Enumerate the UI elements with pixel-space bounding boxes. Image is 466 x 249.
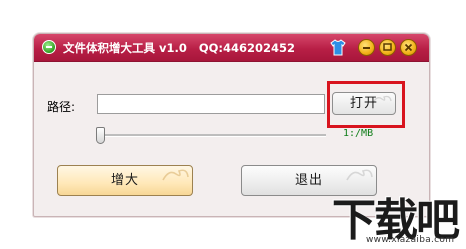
size-slider-thumb[interactable] — [96, 127, 105, 144]
close-icon — [404, 43, 413, 52]
watermark-url: www.xiazaiba.com — [366, 235, 455, 245]
window-title-text: 文件体积增大工具 v1.0 — [63, 41, 187, 55]
window-title: 文件体积增大工具 v1.0 QQ:446202452 — [63, 40, 295, 56]
maximize-icon — [383, 43, 392, 51]
path-input[interactable] — [97, 94, 325, 114]
exit-button-label: 退出 — [294, 173, 323, 188]
open-button-label: 打开 — [349, 96, 378, 111]
swirl-decoration-icon — [162, 169, 189, 181]
size-readout: 1:/MB — [343, 128, 374, 139]
close-button[interactable] — [400, 39, 417, 56]
watermark-logo: 下载吧 www.xiazaiba.com — [330, 190, 466, 249]
path-label: 路径: — [47, 100, 76, 114]
window-title-qq: QQ:446202452 — [198, 41, 296, 55]
shirt-icon[interactable] — [330, 39, 346, 56]
app-icon — [42, 40, 56, 54]
swirl-decoration-icon — [346, 169, 373, 181]
minimize-button[interactable] — [358, 39, 375, 56]
size-slider-track[interactable] — [102, 134, 326, 137]
title-bar[interactable]: 文件体积增大工具 v1.0 QQ:446202452 — [34, 34, 429, 62]
open-button[interactable]: 打开 — [332, 92, 396, 115]
maximize-button[interactable] — [379, 39, 396, 56]
minimize-icon — [363, 47, 370, 49]
enlarge-button[interactable]: 增大 — [57, 165, 193, 196]
enlarge-button-label: 增大 — [110, 173, 139, 188]
